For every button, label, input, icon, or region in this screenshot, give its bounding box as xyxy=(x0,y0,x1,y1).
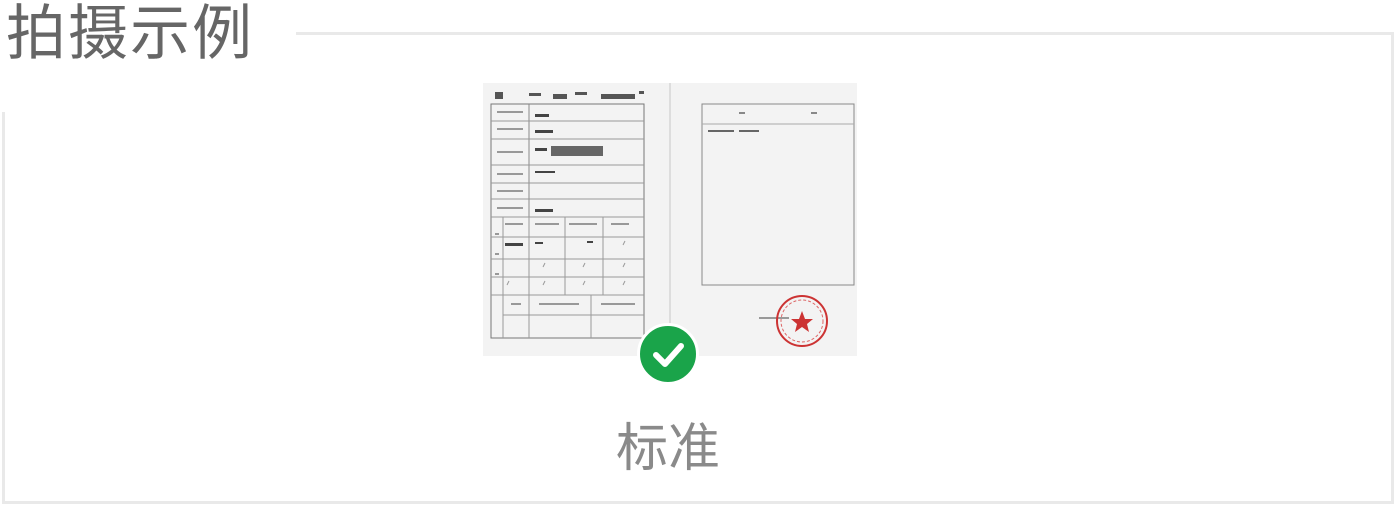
check-circle-icon xyxy=(637,323,699,385)
example-caption: 标准 xyxy=(615,419,720,479)
section-title: 拍摄示例 xyxy=(6,0,286,74)
example-document-photo xyxy=(483,83,857,356)
